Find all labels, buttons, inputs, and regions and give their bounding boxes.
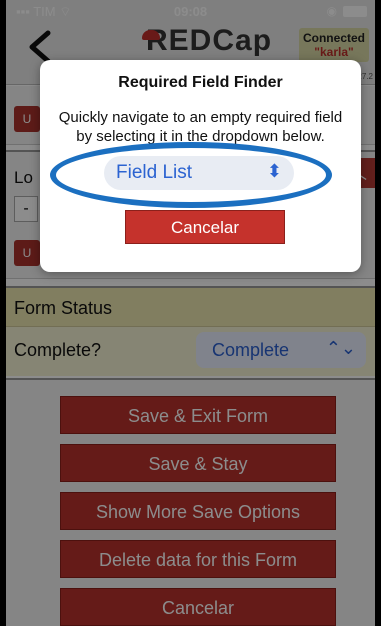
dialog-message: Quickly navigate to an empty required fi…: [58, 109, 343, 145]
phone-screen: REDCap Connected "karla" 5.27.2 ▪▪▪ TIM …: [6, 0, 375, 626]
required-field-finder-dialog: Required Field Finder Quickly navigate t…: [40, 60, 361, 272]
dialog-title: Required Field Finder: [118, 74, 283, 91]
dialog-cancel-button[interactable]: Cancelar: [125, 210, 285, 244]
highlight-ellipse: [50, 142, 332, 208]
